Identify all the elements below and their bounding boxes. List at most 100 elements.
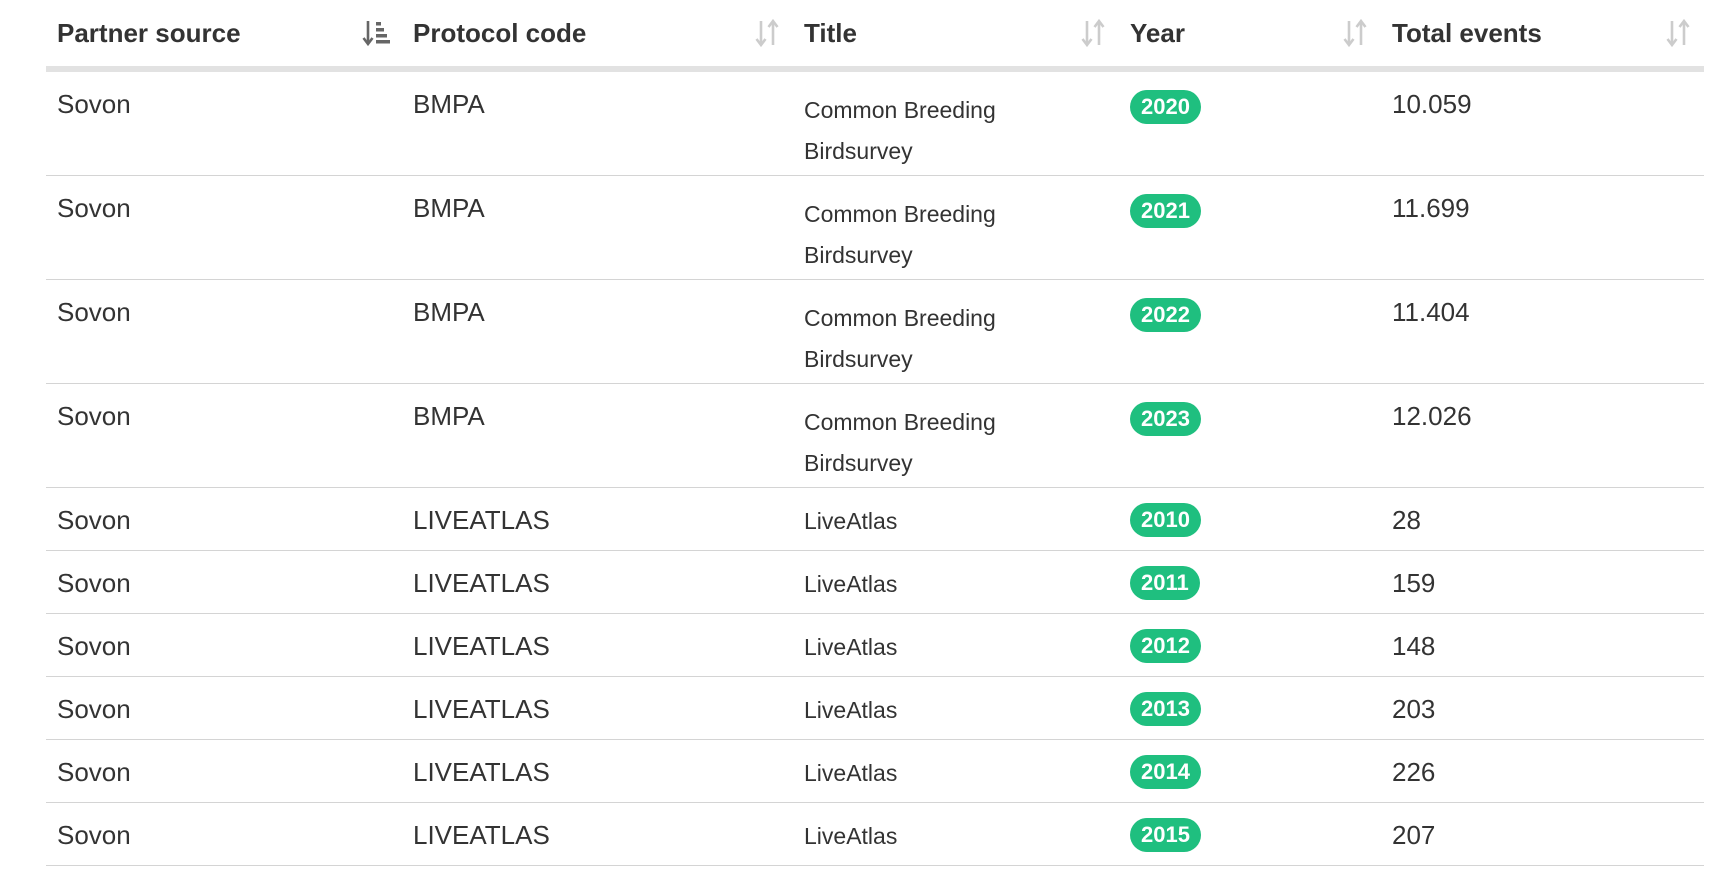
protocol-code-value: LIVEATLAS xyxy=(413,820,550,850)
partner-source-value: Sovon xyxy=(57,401,131,431)
title-value: LiveAtlas xyxy=(804,760,898,786)
title-value: LiveAtlas xyxy=(804,571,898,597)
column-header-partner-source[interactable]: Partner source xyxy=(46,0,402,72)
cell-total-events: 159 xyxy=(1381,550,1704,614)
protocol-code-value: LIVEATLAS xyxy=(413,568,550,598)
table-row: Sovon BMPA Common Breeding Birdsurvey 20… xyxy=(46,383,1704,488)
protocol-code-value: BMPA xyxy=(413,297,485,327)
cell-protocol-code: LIVEATLAS xyxy=(402,613,793,677)
protocol-code-value: LIVEATLAS xyxy=(413,505,550,535)
cell-title: LiveAtlas xyxy=(793,550,1119,614)
cell-year: 2011 xyxy=(1119,550,1381,614)
table-row: Sovon LIVEATLAS LiveAtlas 2010 28 xyxy=(46,487,1704,551)
cell-title: LiveAtlas xyxy=(793,487,1119,551)
cell-protocol-code: BMPA xyxy=(402,175,793,280)
cell-total-events: 11.404 xyxy=(1381,279,1704,384)
header-row: Partner source Protocol code Title Year … xyxy=(46,0,1704,72)
cell-title: Common Breeding Birdsurvey xyxy=(793,69,1119,176)
cell-total-events: 203 xyxy=(1381,676,1704,740)
cell-title: LiveAtlas xyxy=(793,802,1119,866)
year-badge: 2023 xyxy=(1130,402,1201,436)
column-header-year[interactable]: Year xyxy=(1119,0,1381,72)
year-badge: 2010 xyxy=(1130,503,1201,537)
cell-partner-source: Sovon xyxy=(46,613,402,677)
cell-total-events: 28 xyxy=(1381,487,1704,551)
partner-source-value: Sovon xyxy=(57,568,131,598)
cell-partner-source: Sovon xyxy=(46,676,402,740)
total-events-value: 10.059 xyxy=(1392,89,1472,119)
protocol-code-value: LIVEATLAS xyxy=(413,757,550,787)
table-body: Sovon BMPA Common Breeding Birdsurvey 20… xyxy=(46,69,1704,866)
sort-arrows-icon[interactable] xyxy=(1664,17,1694,49)
sort-arrows-icon[interactable] xyxy=(753,17,783,49)
table-row: Sovon BMPA Common Breeding Birdsurvey 20… xyxy=(46,69,1704,176)
protocol-code-value: BMPA xyxy=(413,89,485,119)
column-header-label: Protocol code xyxy=(413,17,587,48)
total-events-value: 11.404 xyxy=(1392,297,1470,327)
total-events-value: 207 xyxy=(1392,820,1436,850)
total-events-value: 28 xyxy=(1392,505,1421,535)
column-header-total-events[interactable]: Total events xyxy=(1381,0,1704,72)
cell-total-events: 12.026 xyxy=(1381,383,1704,488)
cell-total-events: 10.059 xyxy=(1381,69,1704,176)
cell-protocol-code: BMPA xyxy=(402,383,793,488)
table-row: Sovon LIVEATLAS LiveAtlas 2013 203 xyxy=(46,676,1704,740)
column-header-label: Total events xyxy=(1392,17,1542,48)
cell-protocol-code: LIVEATLAS xyxy=(402,802,793,866)
year-badge: 2011 xyxy=(1130,566,1200,600)
cell-total-events: 226 xyxy=(1381,739,1704,803)
sort-amount-down-icon[interactable] xyxy=(362,17,392,49)
title-value: Common Breeding Birdsurvey xyxy=(804,305,996,372)
year-badge: 2022 xyxy=(1130,298,1201,332)
cell-title: LiveAtlas xyxy=(793,739,1119,803)
year-badge: 2020 xyxy=(1130,90,1201,124)
sort-arrows-icon[interactable] xyxy=(1341,17,1371,49)
cell-protocol-code: LIVEATLAS xyxy=(402,676,793,740)
sort-arrows-icon[interactable] xyxy=(1079,17,1109,49)
title-value: Common Breeding Birdsurvey xyxy=(804,409,996,476)
column-header-label: Partner source xyxy=(57,17,241,48)
cell-partner-source: Sovon xyxy=(46,279,402,384)
cell-year: 2013 xyxy=(1119,676,1381,740)
column-header-protocol-code[interactable]: Protocol code xyxy=(402,0,793,72)
partner-source-value: Sovon xyxy=(57,757,131,787)
cell-protocol-code: LIVEATLAS xyxy=(402,550,793,614)
data-table-container: Partner source Protocol code Title Year … xyxy=(46,0,1704,866)
cell-total-events: 148 xyxy=(1381,613,1704,677)
table-row: Sovon LIVEATLAS LiveAtlas 2015 207 xyxy=(46,802,1704,866)
cell-title: LiveAtlas xyxy=(793,613,1119,677)
year-badge: 2013 xyxy=(1130,692,1201,726)
cell-year: 2010 xyxy=(1119,487,1381,551)
cell-title: Common Breeding Birdsurvey xyxy=(793,279,1119,384)
cell-year: 2020 xyxy=(1119,69,1381,176)
cell-title: Common Breeding Birdsurvey xyxy=(793,383,1119,488)
total-events-value: 226 xyxy=(1392,757,1436,787)
cell-year: 2015 xyxy=(1119,802,1381,866)
cell-total-events: 11.699 xyxy=(1381,175,1704,280)
protocol-code-value: BMPA xyxy=(413,401,485,431)
partner-source-value: Sovon xyxy=(57,193,131,223)
cell-year: 2012 xyxy=(1119,613,1381,677)
cell-year: 2022 xyxy=(1119,279,1381,384)
cell-partner-source: Sovon xyxy=(46,383,402,488)
partner-source-value: Sovon xyxy=(57,89,131,119)
cell-protocol-code: BMPA xyxy=(402,69,793,176)
total-events-value: 203 xyxy=(1392,694,1436,724)
partner-source-value: Sovon xyxy=(57,694,131,724)
total-events-value: 12.026 xyxy=(1392,401,1472,431)
cell-partner-source: Sovon xyxy=(46,487,402,551)
title-value: Common Breeding Birdsurvey xyxy=(804,201,996,268)
cell-protocol-code: BMPA xyxy=(402,279,793,384)
cell-title: LiveAtlas xyxy=(793,676,1119,740)
total-events-value: 148 xyxy=(1392,631,1436,661)
column-header-label: Title xyxy=(804,17,857,48)
table-row: Sovon LIVEATLAS LiveAtlas 2014 226 xyxy=(46,739,1704,803)
cell-partner-source: Sovon xyxy=(46,550,402,614)
table-row: Sovon LIVEATLAS LiveAtlas 2011 159 xyxy=(46,550,1704,614)
cell-year: 2021 xyxy=(1119,175,1381,280)
column-header-title[interactable]: Title xyxy=(793,0,1119,72)
partner-source-value: Sovon xyxy=(57,505,131,535)
year-badge: 2021 xyxy=(1130,194,1201,228)
year-badge: 2014 xyxy=(1130,755,1201,789)
total-events-value: 159 xyxy=(1392,568,1436,598)
